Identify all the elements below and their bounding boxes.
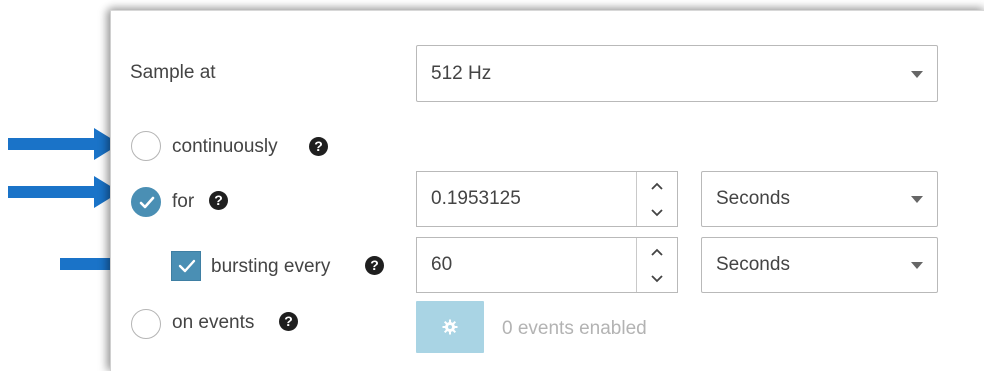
- for-label[interactable]: for: [172, 191, 194, 213]
- decrement-button[interactable]: [637, 199, 677, 226]
- sampling-settings-panel: Sample at 512 Hz continuously ? for ? 0.…: [110, 10, 984, 371]
- configure-events-button[interactable]: [416, 301, 484, 353]
- gear-icon: [442, 319, 458, 335]
- continuously-label[interactable]: continuously: [172, 136, 278, 158]
- check-icon: [178, 259, 196, 273]
- duration-spinner: [636, 172, 677, 226]
- chevron-up-icon: [651, 248, 663, 256]
- decrement-button[interactable]: [637, 265, 677, 292]
- annotation-arrow-continuously: [8, 128, 120, 160]
- burst-interval-unit-select[interactable]: Seconds: [701, 237, 938, 293]
- chevron-down-icon: [911, 196, 923, 203]
- events-enabled-status: 0 events enabled: [502, 318, 647, 339]
- burst-interval-unit-value: Seconds: [716, 254, 790, 275]
- annotation-arrow-for: [8, 176, 120, 208]
- increment-button[interactable]: [637, 172, 677, 199]
- question-circle-icon[interactable]: ?: [365, 256, 384, 275]
- chevron-down-icon: [911, 70, 923, 78]
- chevron-up-icon: [651, 182, 663, 190]
- sample-at-label: Sample at: [130, 62, 216, 83]
- duration-stepper[interactable]: 0.1953125: [416, 171, 678, 227]
- question-circle-icon[interactable]: ?: [309, 137, 328, 156]
- burst-interval-stepper[interactable]: 60: [416, 237, 678, 293]
- continuously-radio[interactable]: [131, 131, 161, 161]
- bursting-checkbox[interactable]: [171, 251, 201, 281]
- for-radio[interactable]: [131, 187, 161, 217]
- increment-button[interactable]: [637, 238, 677, 265]
- bursting-label[interactable]: bursting every: [211, 256, 330, 278]
- check-icon: [139, 196, 155, 209]
- burst-interval-spinner: [636, 238, 677, 292]
- chevron-down-icon: [651, 274, 663, 282]
- chevron-down-icon: [651, 208, 663, 216]
- sample-rate-value: 512 Hz: [431, 62, 492, 84]
- duration-unit-value: Seconds: [716, 188, 790, 209]
- on-events-radio[interactable]: [131, 309, 161, 339]
- question-circle-icon[interactable]: ?: [209, 191, 228, 210]
- sample-rate-select[interactable]: 512 Hz: [416, 45, 938, 102]
- duration-input[interactable]: 0.1953125: [431, 188, 521, 210]
- question-circle-icon[interactable]: ?: [279, 312, 298, 331]
- on-events-label[interactable]: on events: [172, 312, 254, 334]
- duration-unit-select[interactable]: Seconds: [701, 171, 938, 227]
- chevron-down-icon: [911, 262, 923, 269]
- burst-interval-input[interactable]: 60: [431, 254, 452, 276]
